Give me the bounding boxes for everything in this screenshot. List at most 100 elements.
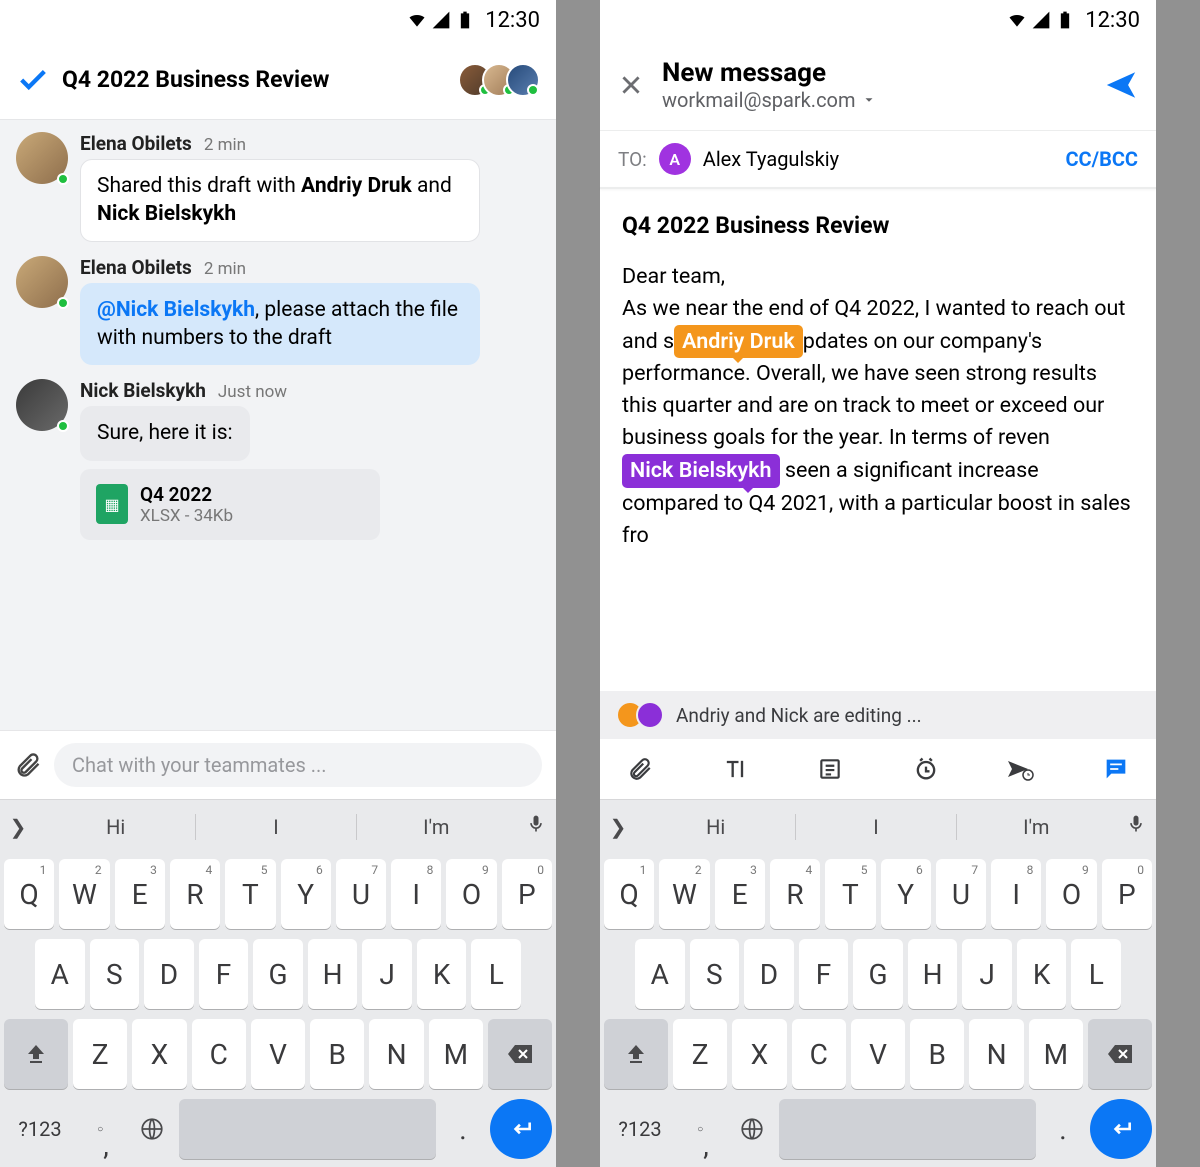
close-icon[interactable] <box>618 72 644 98</box>
key-h[interactable]: H <box>308 939 358 1009</box>
key-w[interactable]: 2W <box>59 859 109 929</box>
backspace-key[interactable] <box>1088 1019 1152 1089</box>
key-v[interactable]: V <box>851 1019 905 1089</box>
key-c[interactable]: C <box>192 1019 246 1089</box>
suggestion[interactable]: I <box>796 815 955 839</box>
keyboard: 1Q 2W 3E 4R 5T 6Y 7U 8I 9O 0P A S D F G … <box>600 853 1156 1167</box>
key-l[interactable]: L <box>1071 939 1121 1009</box>
send-icon[interactable] <box>1104 68 1138 102</box>
suggestion[interactable]: I'm <box>957 815 1116 839</box>
key-x[interactable]: X <box>132 1019 186 1089</box>
space-key[interactable] <box>779 1099 1036 1159</box>
template-icon[interactable] <box>814 753 846 785</box>
key-k[interactable]: K <box>417 939 467 1009</box>
enter-key[interactable] <box>490 1099 552 1159</box>
period-key[interactable]: . <box>441 1099 485 1159</box>
globe-icon[interactable] <box>730 1099 774 1159</box>
space-key[interactable] <box>179 1099 436 1159</box>
shift-key[interactable] <box>604 1019 668 1089</box>
enter-key[interactable] <box>1090 1099 1152 1159</box>
key-e[interactable]: 3E <box>715 859 765 929</box>
key-d[interactable]: D <box>144 939 194 1009</box>
key-j[interactable]: J <box>962 939 1012 1009</box>
key-g[interactable]: G <box>853 939 903 1009</box>
comma-key[interactable]: ○, <box>681 1099 725 1159</box>
key-v[interactable]: V <box>251 1019 305 1089</box>
key-i[interactable]: 8I <box>991 859 1041 929</box>
key-a[interactable]: A <box>35 939 85 1009</box>
ccbcc-button[interactable]: CC/BCC <box>1065 147 1138 171</box>
to-field[interactable]: TO: A Alex Tyagulskiy CC/BCC <box>600 130 1156 187</box>
suggestion[interactable]: I <box>196 815 355 839</box>
key-l[interactable]: L <box>471 939 521 1009</box>
text-format-icon[interactable] <box>719 753 751 785</box>
key-o[interactable]: 9O <box>446 859 496 929</box>
mic-icon[interactable] <box>1116 814 1156 839</box>
key-c[interactable]: C <box>792 1019 846 1089</box>
key-i[interactable]: 8I <box>391 859 441 929</box>
compose-body[interactable]: Q4 2022 Business Review Dear team, As we… <box>600 189 1156 691</box>
key-d[interactable]: D <box>744 939 794 1009</box>
symbols-key[interactable]: ?123 <box>4 1099 76 1159</box>
globe-icon[interactable] <box>130 1099 174 1159</box>
key-n[interactable]: N <box>369 1019 423 1089</box>
key-r[interactable]: 4R <box>170 859 220 929</box>
schedule-icon[interactable] <box>910 753 942 785</box>
key-x[interactable]: X <box>732 1019 786 1089</box>
key-b[interactable]: B <box>910 1019 964 1089</box>
key-g[interactable]: G <box>253 939 303 1009</box>
file-attachment[interactable]: ▦ Q4 2022 XLSX - 34Kb <box>80 469 380 540</box>
key-f[interactable]: F <box>799 939 849 1009</box>
key-s[interactable]: S <box>690 939 740 1009</box>
key-h[interactable]: H <box>908 939 958 1009</box>
key-e[interactable]: 3E <box>115 859 165 929</box>
chat-icon[interactable] <box>1100 753 1132 785</box>
key-f[interactable]: F <box>199 939 249 1009</box>
from-account[interactable]: workmail@spark.com <box>662 88 1086 112</box>
key-y[interactable]: 6Y <box>881 859 931 929</box>
key-q[interactable]: 1Q <box>4 859 54 929</box>
chevron-right-icon[interactable]: ❯ <box>0 815 36 839</box>
key-s[interactable]: S <box>90 939 140 1009</box>
key-t[interactable]: 5T <box>825 859 875 929</box>
suggestion[interactable]: Hi <box>636 815 795 839</box>
key-m[interactable]: M <box>429 1019 483 1089</box>
avatar <box>16 256 68 308</box>
attachment-icon[interactable] <box>624 753 656 785</box>
backspace-key[interactable] <box>488 1019 552 1089</box>
period-key[interactable]: . <box>1041 1099 1085 1159</box>
wifi-icon <box>1007 10 1027 30</box>
key-w[interactable]: 2W <box>659 859 709 929</box>
key-j[interactable]: J <box>362 939 412 1009</box>
key-p[interactable]: 0P <box>502 859 552 929</box>
chevron-right-icon[interactable]: ❯ <box>600 815 636 839</box>
key-z[interactable]: Z <box>673 1019 727 1089</box>
key-k[interactable]: K <box>1017 939 1067 1009</box>
participant-avatars[interactable] <box>468 63 540 97</box>
key-t[interactable]: 5T <box>225 859 275 929</box>
checkmark-icon[interactable] <box>16 63 50 97</box>
attachment-icon[interactable] <box>14 751 42 779</box>
message-bubble: Shared this draft with Andriy Druk and N… <box>80 159 480 242</box>
key-q[interactable]: 1Q <box>604 859 654 929</box>
key-r[interactable]: 4R <box>770 859 820 929</box>
key-u[interactable]: 7U <box>936 859 986 929</box>
key-n[interactable]: N <box>969 1019 1023 1089</box>
key-b[interactable]: B <box>310 1019 364 1089</box>
mention[interactable]: @Nick Bielskykh <box>97 298 255 322</box>
send-later-icon[interactable] <box>1005 753 1037 785</box>
key-m[interactable]: M <box>1029 1019 1083 1089</box>
key-p[interactable]: 0P <box>1102 859 1152 929</box>
key-a[interactable]: A <box>635 939 685 1009</box>
key-z[interactable]: Z <box>73 1019 127 1089</box>
suggestion[interactable]: Hi <box>36 815 195 839</box>
shift-key[interactable] <box>4 1019 68 1089</box>
key-u[interactable]: 7U <box>336 859 386 929</box>
comma-key[interactable]: ○, <box>81 1099 125 1159</box>
suggestion[interactable]: I'm <box>357 815 516 839</box>
key-y[interactable]: 6Y <box>281 859 331 929</box>
key-o[interactable]: 9O <box>1046 859 1096 929</box>
mic-icon[interactable] <box>516 814 556 839</box>
chat-input[interactable]: Chat with your teammates ... <box>54 743 542 787</box>
symbols-key[interactable]: ?123 <box>604 1099 676 1159</box>
